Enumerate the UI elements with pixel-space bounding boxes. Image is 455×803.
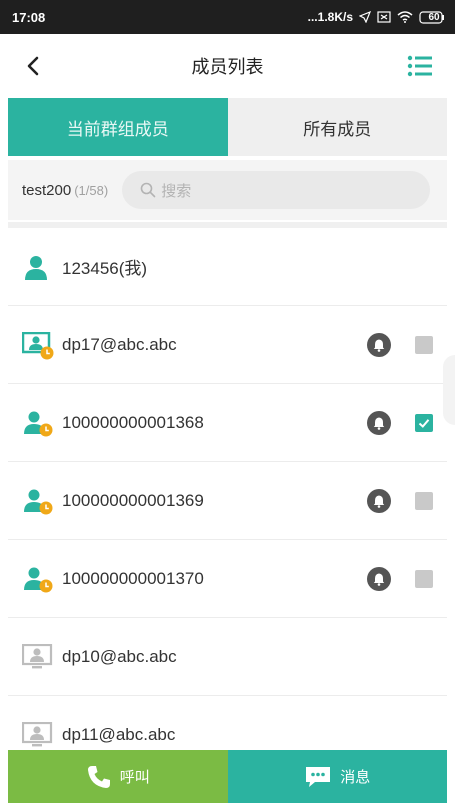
- bell-icon[interactable]: [367, 488, 391, 513]
- page-title: 成员列表: [191, 57, 264, 77]
- member-checkbox-checked[interactable]: [415, 413, 433, 432]
- no-sim-icon: [377, 11, 391, 23]
- member-tabs: 当前群组成员 所有成员: [8, 98, 447, 156]
- search-input[interactable]: 搜索: [122, 171, 431, 209]
- group-member-count: (1/58): [74, 182, 109, 198]
- battery-level: 60: [428, 11, 440, 23]
- list-item[interactable]: 100000000001369: [8, 462, 447, 540]
- list-menu-icon[interactable]: [407, 54, 433, 78]
- status-bar: 17:08 ...1.8K/s 60: [0, 0, 455, 34]
- member-name: 100000000001370: [62, 568, 204, 588]
- member-name: 123456(我): [62, 259, 148, 278]
- member-checkbox[interactable]: [415, 335, 433, 354]
- member-name: 100000000001369: [62, 490, 204, 510]
- bottom-action-bar: 呼叫 消息: [8, 750, 447, 803]
- call-button[interactable]: 呼叫: [8, 750, 228, 803]
- bell-icon[interactable]: [367, 566, 391, 591]
- wifi-icon: [397, 11, 413, 23]
- search-placeholder: 搜索: [161, 182, 192, 200]
- list-item[interactable]: dp17@abc.abc: [8, 306, 447, 384]
- status-indicators: ...1.8K/s 60: [308, 10, 445, 24]
- member-name: dp17@abc.abc: [62, 334, 177, 354]
- search-icon: [140, 182, 156, 198]
- member-list: 123456(我) dp17@abc.abc 100000000001368 1…: [8, 228, 447, 774]
- user-icon: [25, 256, 47, 280]
- back-arrow-icon[interactable]: [22, 54, 46, 78]
- network-speed: ...1.8K/s: [307, 10, 353, 24]
- list-item[interactable]: dp10@abc.abc: [8, 618, 447, 696]
- list-item[interactable]: 123456(我): [8, 228, 447, 306]
- user-clock-icon: [24, 411, 53, 437]
- member-name: dp10@abc.abc: [62, 646, 177, 666]
- location-icon: [359, 11, 371, 23]
- member-name: 100000000001368: [62, 412, 204, 432]
- call-label: 呼叫: [119, 769, 150, 786]
- user-clock-icon: [24, 567, 53, 593]
- scroll-edge-handle[interactable]: [443, 355, 455, 425]
- bell-icon[interactable]: [367, 332, 391, 357]
- member-checkbox[interactable]: [415, 491, 433, 510]
- checkmark-icon: [418, 418, 430, 428]
- member-name: dp11@abc.abc: [62, 724, 176, 744]
- message-label: 消息: [340, 769, 371, 786]
- device-clock-icon: [22, 332, 54, 360]
- user-clock-icon: [24, 489, 53, 515]
- filter-bar: test200 (1/58) 搜索: [8, 160, 447, 220]
- status-time: 17:08: [12, 9, 46, 25]
- chat-bubble-icon: [306, 766, 331, 787]
- tab-all-members[interactable]: 所有成员: [227, 98, 447, 156]
- group-name[interactable]: test200: [22, 182, 71, 199]
- phone-icon: [87, 765, 110, 788]
- top-bar: 成员列表: [0, 34, 455, 98]
- bell-icon[interactable]: [367, 410, 391, 435]
- member-checkbox[interactable]: [415, 569, 433, 588]
- device-offline-icon: [22, 644, 53, 669]
- list-item[interactable]: 100000000001368: [8, 384, 447, 462]
- list-item[interactable]: 100000000001370: [8, 540, 447, 618]
- tab-current-group-members[interactable]: 当前群组成员: [8, 98, 228, 156]
- device-offline-icon: [22, 722, 53, 747]
- message-button[interactable]: 消息: [227, 750, 447, 803]
